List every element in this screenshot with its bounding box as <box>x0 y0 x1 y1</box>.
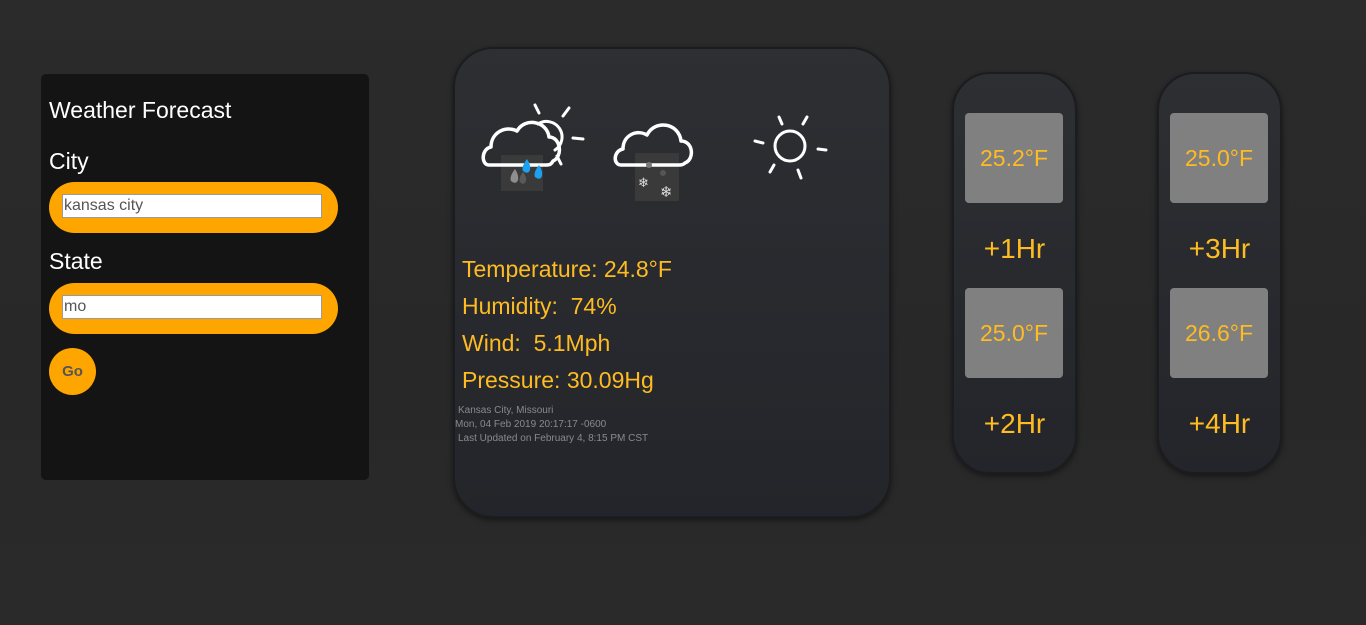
state-label: State <box>49 248 103 274</box>
hour-2-label: +2Hr <box>983 408 1046 439</box>
svg-text:❄: ❄ <box>638 176 649 191</box>
rain-sun-icon <box>479 99 589 199</box>
pressure-text: Pressure: 30.09Hg <box>462 367 654 393</box>
timestamp-text: Mon, 04 Feb 2019 20:17:17 -0600 <box>455 419 607 430</box>
city-label: City <box>49 148 89 174</box>
form-title: Weather Forecast <box>49 97 232 123</box>
wind-text: Wind: 5.1Mph <box>462 330 611 356</box>
svg-text:❄: ❄ <box>660 183 673 201</box>
hour-4-label: +4Hr <box>1188 408 1251 439</box>
city-input-wrapper <box>49 182 338 233</box>
hour-2-temp: 25.0°F <box>965 288 1063 378</box>
state-input-wrapper <box>49 283 338 334</box>
go-button[interactable]: Go <box>49 348 96 395</box>
last-updated-text: Last Updated on February 4, 8:15 PM CST <box>458 433 649 444</box>
humidity-text: Humidity: 74% <box>462 293 617 319</box>
hourly-column-1: 25.2°F +1Hr 25.0°F +2Hr <box>952 72 1077 474</box>
hourly-column-2: 25.0°F +3Hr 26.6°F +4Hr <box>1157 72 1282 474</box>
city-input[interactable] <box>62 194 322 218</box>
hour-4-temp: 26.6°F <box>1170 288 1268 378</box>
hour-3-temp: 25.0°F <box>1170 113 1268 203</box>
hour-1-label: +1Hr <box>983 233 1046 264</box>
current-weather-card: ❄ ❄ Temperature: 24.8°F Humidity: 74% Wi… <box>453 47 891 518</box>
location-text: Kansas City, Missouri <box>458 405 554 416</box>
snow-cloud-icon: ❄ ❄ <box>611 115 701 210</box>
state-input[interactable] <box>62 295 322 319</box>
temperature-text: Temperature: 24.8°F <box>462 256 672 282</box>
hour-1-temp: 25.2°F <box>965 113 1063 203</box>
sun-icon <box>750 109 830 194</box>
hour-3-label: +3Hr <box>1188 233 1251 264</box>
search-form-panel: Weather Forecast City State Go <box>41 74 369 480</box>
